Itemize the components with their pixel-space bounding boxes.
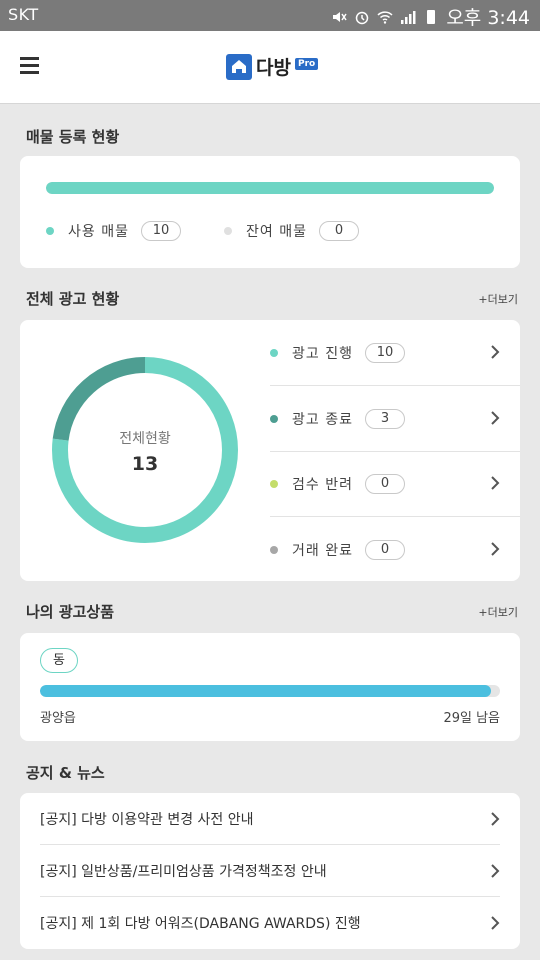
chevron-right-icon xyxy=(491,411,500,425)
menu-icon[interactable] xyxy=(20,57,40,75)
ad-row-in-progress[interactable]: 광고 진행 10 xyxy=(270,320,520,386)
app-logo: 다방 Pro xyxy=(226,53,319,80)
chevron-right-icon xyxy=(491,345,500,359)
listing-usage-bar xyxy=(46,182,494,194)
product-progress-bar xyxy=(40,685,500,697)
logo-text: 다방 xyxy=(256,57,291,79)
news-item[interactable]: [공지] 다방 이용약관 변경 사전 안내 xyxy=(40,793,500,845)
news-item-text: [공지] 제 1회 다방 어워즈(DABANG AWARDS) 진행 xyxy=(40,916,361,932)
alarm-icon xyxy=(356,11,369,24)
used-label: 사용 매물 xyxy=(68,224,129,240)
ad-row-completed[interactable]: 거래 완료 0 xyxy=(270,517,520,583)
pro-badge: Pro xyxy=(294,57,319,70)
remaining-count: 0 xyxy=(318,221,359,241)
used-dot xyxy=(46,227,54,235)
ad-status-donut xyxy=(52,357,238,543)
carrier-name: SKT xyxy=(8,5,39,24)
in-progress-dot xyxy=(270,348,278,357)
news-card: [공지] 다방 이용약관 변경 사전 안내 [공지] 일반상품/프리미엄상품 가… xyxy=(20,793,520,949)
news-item[interactable]: [공지] 제 1회 다방 어워즈(DABANG AWARDS) 진행 xyxy=(40,897,500,949)
listing-usage-fill xyxy=(46,182,494,194)
ad-status-more-link[interactable]: +더보기 xyxy=(478,291,518,307)
ad-row-rejected[interactable]: 검수 반려 0 xyxy=(270,451,520,517)
ad-row-label: 광고 종료 xyxy=(292,411,353,428)
my-products-more-link[interactable]: +더보기 xyxy=(478,604,518,620)
status-bar: SKT 오후 3:44 xyxy=(0,0,540,31)
ad-row-count: 3 xyxy=(364,408,405,429)
news-item-text: [공지] 일반상품/프리미엄상품 가격정책조정 안내 xyxy=(40,864,327,880)
battery-icon xyxy=(427,9,436,24)
signal-icon xyxy=(401,10,416,24)
completed-dot xyxy=(270,546,278,554)
wifi-icon xyxy=(377,10,393,24)
chevron-right-icon xyxy=(491,864,500,878)
remaining-listings: 잔여 매물 0 xyxy=(224,221,359,241)
product-days-remaining: 29일 남음 xyxy=(443,711,500,726)
donut-total: 13 xyxy=(131,453,159,475)
clock: 오후 3:44 xyxy=(446,7,530,29)
ad-row-label: 거래 완료 xyxy=(292,543,353,559)
used-listings: 사용 매물 10 xyxy=(46,221,181,241)
news-item-text: [공지] 다방 이용약관 변경 사전 안내 xyxy=(40,812,254,828)
news-item[interactable]: [공지] 일반상품/프리미엄상품 가격정책조정 안내 xyxy=(40,845,500,897)
news-title: 공지 & 뉴스 xyxy=(26,764,105,782)
chevron-right-icon xyxy=(491,476,500,490)
chevron-right-icon xyxy=(491,812,500,826)
product-area: 광양읍 xyxy=(40,711,76,726)
my-products-card[interactable]: 동 광양읍 29일 남음 xyxy=(20,633,520,741)
ad-status-title: 전체 광고 현황 xyxy=(26,290,120,308)
ad-row-ended[interactable]: 광고 종료 3 xyxy=(270,386,520,452)
ad-row-count: 0 xyxy=(364,540,405,560)
house-logo-icon xyxy=(226,53,252,80)
ad-row-count: 10 xyxy=(364,342,405,363)
product-progress-fill xyxy=(40,685,491,697)
chevron-right-icon xyxy=(491,542,500,556)
donut-center-label: 전체현황 xyxy=(119,431,171,447)
rejected-dot xyxy=(270,479,278,488)
product-region-tag: 동 xyxy=(40,648,78,673)
listing-status-card: 사용 매물 10 잔여 매물 0 xyxy=(20,156,520,268)
chevron-right-icon xyxy=(491,916,500,930)
remaining-label: 잔여 매물 xyxy=(246,224,307,240)
my-products-title: 나의 광고상품 xyxy=(26,603,115,621)
ad-row-label: 광고 진행 xyxy=(292,345,353,362)
mute-icon xyxy=(333,11,347,22)
ad-status-card: 전체현황 13 광고 진행 10 광고 종료 3 검수 반려 0 거래 완료 0 xyxy=(20,320,520,581)
ad-row-count: 0 xyxy=(364,473,405,494)
ad-row-label: 검수 반려 xyxy=(292,476,353,493)
used-count: 10 xyxy=(140,221,181,241)
app-header: 다방 Pro xyxy=(0,31,540,104)
ended-dot xyxy=(270,414,278,423)
listing-status-title: 매물 등록 현황 xyxy=(26,128,120,146)
remaining-dot xyxy=(224,227,232,235)
